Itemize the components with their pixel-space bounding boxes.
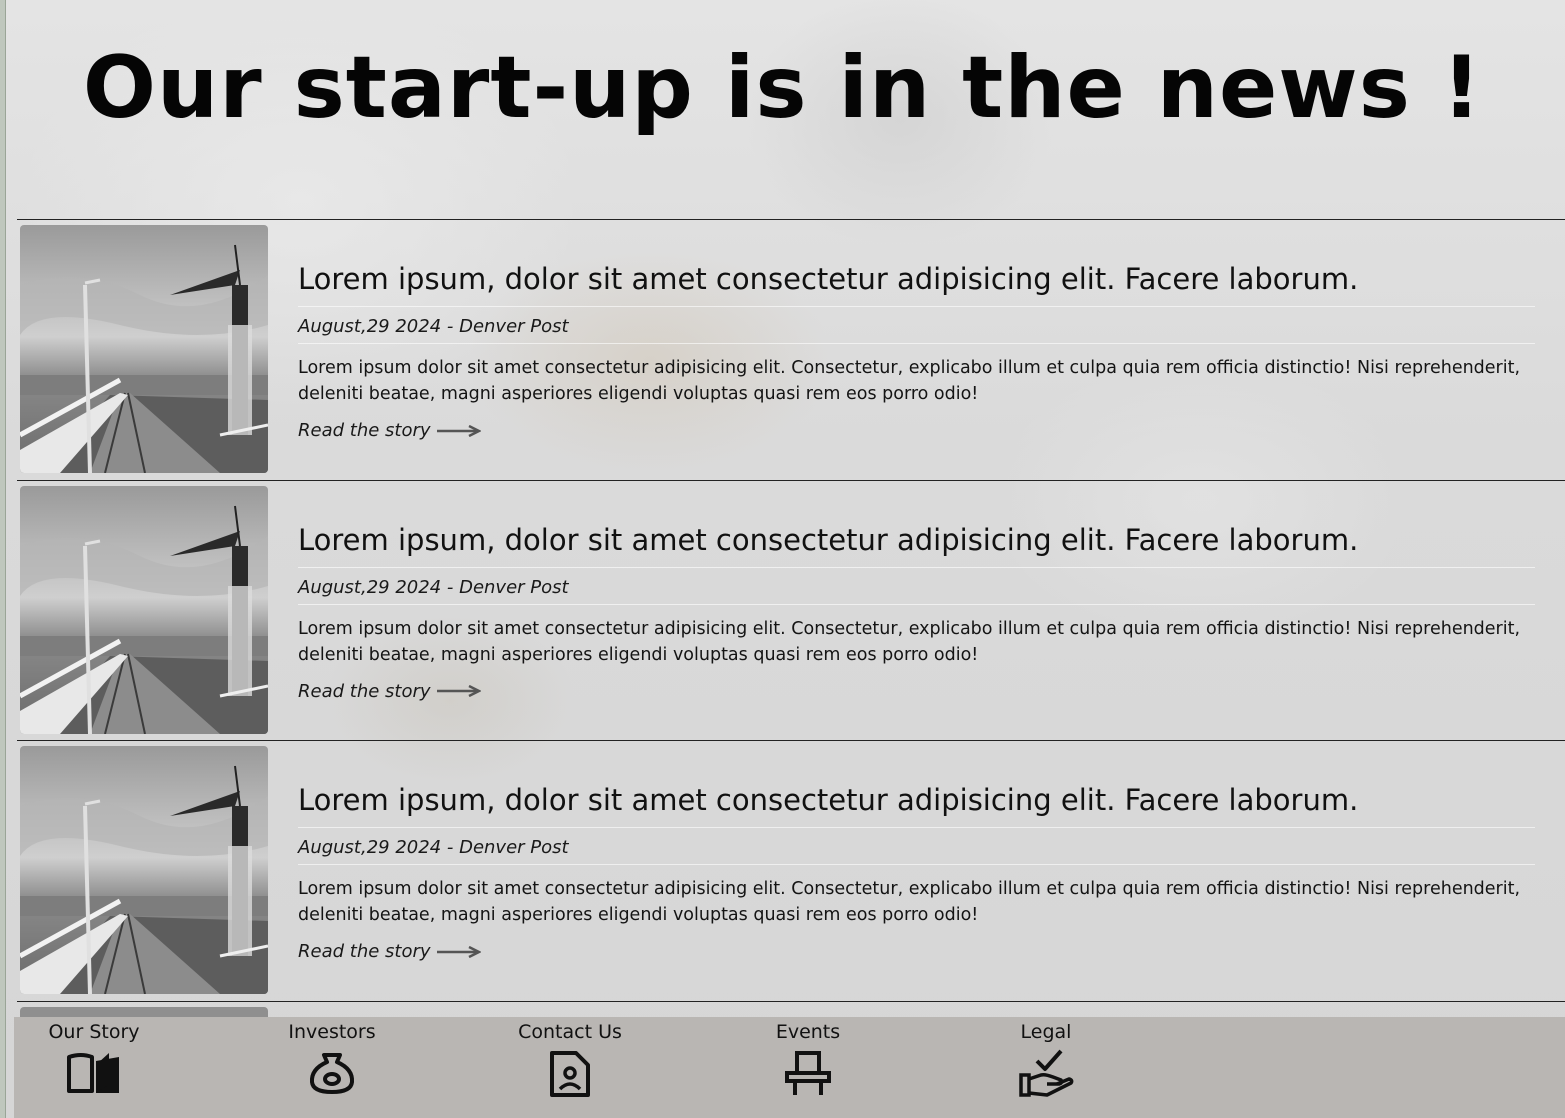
article-date-source: August,29 2024 - Denver Post [298,316,1535,344]
news-page: Our start-up is in the news ! Lorem ipsu… [0,0,1565,1118]
nav-legal[interactable]: Legal [966,1021,1126,1099]
nav-events[interactable]: Events [728,1021,888,1097]
nav-contact-us[interactable]: Contact Us [490,1021,650,1099]
read-story-link[interactable]: Read the story [298,941,481,962]
article-card: Lorem ipsum, dolor sit amet consectetur … [17,479,1565,741]
chair-icon [785,1051,831,1095]
nav-label: Investors [288,1021,376,1043]
nav-investors[interactable]: Investors [252,1021,412,1095]
arrow-right-icon [436,424,481,437]
article-image [20,746,268,994]
nav-label: Events [775,1021,841,1043]
nav-label: Legal [1020,1021,1072,1043]
arrow-right-icon [436,685,481,697]
arrow-right-icon [436,945,481,958]
article-headline[interactable]: Lorem ipsum, dolor sit amet consectetur … [298,523,1535,568]
article-image [20,225,268,473]
article-summary: Lorem ipsum dolor sit amet consectetur a… [298,358,1521,404]
money-bag-icon [309,1053,355,1094]
read-story-link[interactable]: Read the story [298,420,481,441]
read-story-label: Read the story [298,420,431,441]
article-list: Lorem ipsum, dolor sit amet consectetur … [17,219,1565,1023]
page-title: Our start-up is in the news ! [82,38,1483,138]
article-date-source: August,29 2024 - Denver Post [298,577,1535,605]
article-headline[interactable]: Lorem ipsum, dolor sit amet consectetur … [298,783,1535,828]
article-card: Lorem ipsum, dolor sit amet consectetur … [17,740,1565,1001]
read-story-label: Read the story [298,680,431,702]
open-book-icon [67,1053,119,1093]
article-image [20,485,268,734]
contact-document-icon [550,1051,590,1097]
article-summary: Lorem ipsum dolor sit amet consectetur a… [298,618,1521,665]
hand-check-icon [1019,1049,1074,1097]
nav-label: Contact Us [518,1021,622,1043]
read-story-link[interactable]: Read the story [298,681,481,702]
article-summary: Lorem ipsum dolor sit amet consectetur a… [298,879,1521,925]
nav-label: Our Story [48,1021,140,1043]
article-date-source: August,29 2024 - Denver Post [298,837,1535,865]
article-card: Lorem ipsum, dolor sit amet consectetur … [17,219,1565,480]
nav-our-story[interactable]: Our Story [14,1021,174,1095]
bottom-nav: Our Story Investors Contact Us Events Le… [14,1017,1565,1118]
article-headline[interactable]: Lorem ipsum, dolor sit amet consectetur … [298,262,1535,307]
read-story-label: Read the story [298,941,431,962]
